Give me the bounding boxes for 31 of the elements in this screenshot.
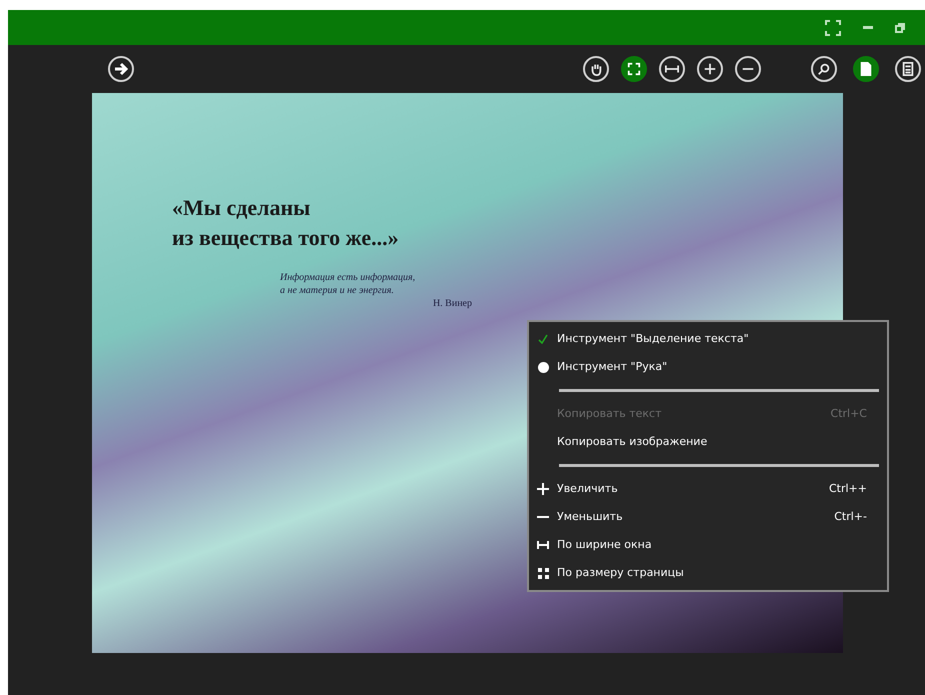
- menu-item[interactable]: Уменьшить Ctrl+-: [529, 503, 887, 531]
- epigraph-author: Н. Винер: [432, 297, 472, 310]
- fit-width-icon: [537, 541, 549, 549]
- toolbar-button[interactable]: [621, 56, 647, 82]
- fullscreen-icon[interactable]: [825, 20, 841, 36]
- menu-item[interactable]: Копировать изображение: [529, 428, 887, 456]
- arrow-right-icon: [114, 62, 128, 76]
- forward-button[interactable]: [108, 56, 134, 82]
- fit-page-icon: [538, 568, 548, 578]
- restore-icon[interactable]: [895, 22, 905, 32]
- epigraph: Информация есть информация,: [280, 271, 416, 284]
- shortcut-label: Ctrl+-: [834, 508, 867, 525]
- headline: «Мы сделаны: [172, 194, 310, 222]
- epigraph: а не материя и не энергия.: [280, 284, 395, 297]
- calculator-icon: [901, 62, 915, 76]
- menu-item[interactable]: Увеличить Ctrl++: [529, 475, 887, 503]
- hand-icon: [589, 62, 603, 76]
- page-icon: [859, 62, 873, 76]
- search-icon: [817, 62, 831, 76]
- headline: из вещества того же...»: [172, 224, 399, 252]
- plus-icon: [703, 62, 717, 76]
- menu-item[interactable]: По ширине окна: [529, 531, 887, 559]
- shortcut-label: Ctrl+C: [830, 406, 867, 422]
- menu-item[interactable]: По размеру страницы: [529, 559, 887, 587]
- toolbar-button[interactable]: [853, 56, 879, 82]
- minus-icon: [537, 516, 549, 518]
- menu-item[interactable]: Инструмент "Рука": [529, 353, 887, 381]
- menu-item[interactable]: Инструмент "Выделение текста": [529, 325, 887, 353]
- shortcut-label: Ctrl++: [828, 480, 867, 497]
- plus-icon: [537, 483, 549, 495]
- fit-page-icon: [627, 62, 641, 76]
